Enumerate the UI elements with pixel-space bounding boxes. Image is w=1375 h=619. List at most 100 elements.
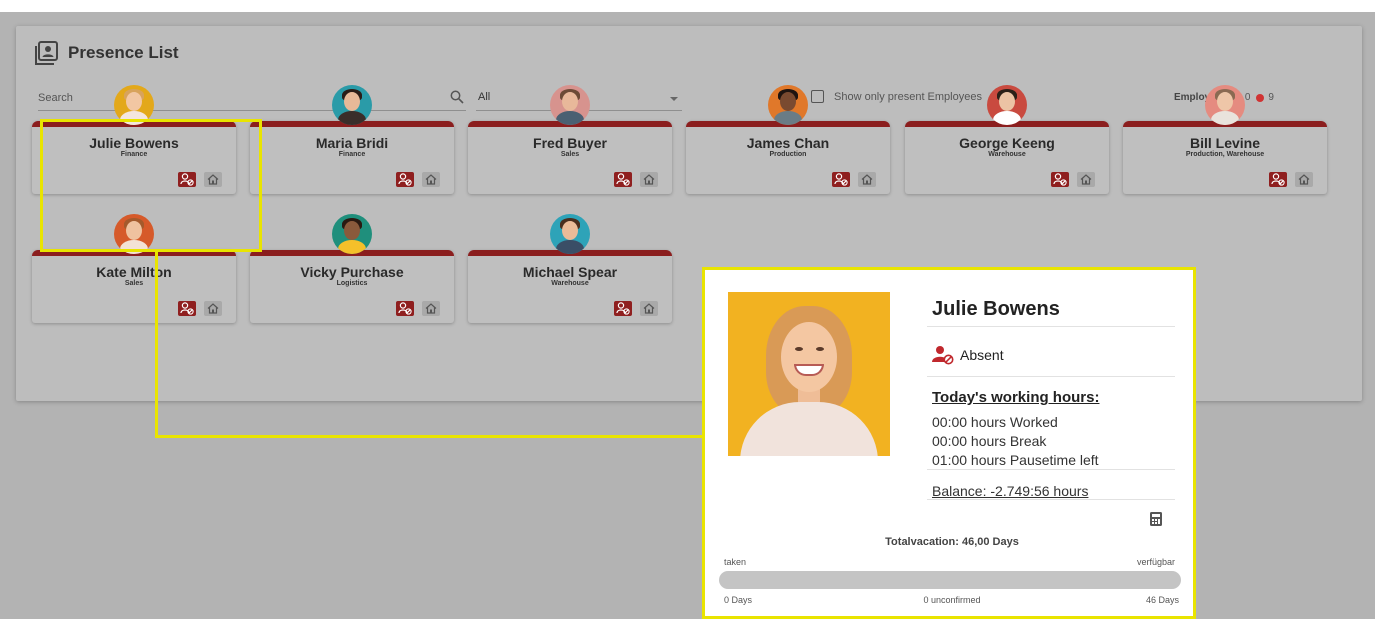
divider: [927, 499, 1175, 500]
absent-status-button[interactable]: [614, 172, 632, 187]
absent-user-icon: [1271, 173, 1285, 186]
employee-department: Production: [769, 151, 807, 158]
absent-user-icon: [398, 173, 412, 186]
status-row: Absent: [932, 345, 1004, 365]
search-field[interactable]: [38, 88, 466, 111]
employee-card[interactable]: Bill Levine Production, Warehouse: [1123, 85, 1327, 194]
home-icon: [861, 174, 873, 185]
employee-name: Fred Buyer: [533, 135, 607, 151]
home-icon: [643, 174, 655, 185]
employee-department: Production, Warehouse: [1185, 151, 1265, 158]
absent-user-icon: [616, 173, 630, 186]
home-icon: [425, 174, 437, 185]
home-office-button[interactable]: [1295, 172, 1313, 187]
avatar: [768, 85, 808, 125]
home-icon: [643, 303, 655, 314]
absent-status-button[interactable]: [396, 172, 414, 187]
page: Presence List All Show only present Empl…: [0, 0, 1375, 619]
connector-line: [155, 435, 705, 438]
home-office-button[interactable]: [204, 301, 222, 316]
search-input[interactable]: [38, 88, 438, 108]
show-present-checkbox[interactable]: [811, 90, 824, 103]
vacation-end-label: 46 Days: [1145, 595, 1179, 605]
home-office-button[interactable]: [422, 301, 440, 316]
absent-status-button[interactable]: [396, 301, 414, 316]
absent-user-icon: [932, 346, 954, 365]
employee-department: Sales: [560, 151, 580, 158]
connector-line: [155, 252, 158, 438]
home-office-button[interactable]: [422, 172, 440, 187]
absent-status-button[interactable]: [832, 172, 850, 187]
employee-detail-popup: Julie Bowens Absent Today's working hour…: [702, 267, 1196, 619]
absent-dot-icon: [1256, 93, 1265, 102]
vacation-progress-bar: [719, 571, 1181, 589]
employee-card-body: Maria Bridi Finance: [250, 121, 454, 194]
home-icon: [207, 303, 219, 314]
employee-department: Finance: [338, 151, 366, 158]
vacation-available-label: verfügbar: [1136, 557, 1175, 567]
employee-card-body: Bill Levine Production, Warehouse: [1123, 121, 1327, 194]
employee-card[interactable]: George Keeng Warehouse: [905, 85, 1109, 194]
avatar: [987, 85, 1027, 125]
employee-name: Maria Bridi: [315, 135, 389, 151]
header: Presence List: [34, 40, 179, 66]
employee-photo: [728, 292, 890, 456]
search-icon[interactable]: [450, 90, 464, 104]
employee-card[interactable]: James Chan Production: [686, 85, 890, 194]
employee-card-body: Kate Milton Sales: [32, 250, 236, 323]
divider: [927, 469, 1175, 470]
department-select-value: All: [478, 91, 491, 103]
employee-name: Julie Bowens: [932, 298, 1060, 320]
absent-status-button[interactable]: [614, 301, 632, 316]
presence-list-icon: [35, 41, 58, 65]
working-hours-title: Today's working hours:: [932, 389, 1100, 406]
avatar: [1205, 85, 1245, 125]
top-strip: [0, 0, 1375, 12]
divider: [927, 376, 1175, 377]
hours-worked: 00:00 hours Worked: [932, 414, 1058, 430]
vacation-taken-label: taken: [724, 557, 747, 567]
employee-card[interactable]: Fred Buyer Sales: [468, 85, 672, 194]
hours-break: 00:00 hours Break: [932, 433, 1047, 449]
avatar: [550, 214, 590, 254]
employee-name: George Keeng: [959, 135, 1055, 151]
divider: [927, 326, 1175, 327]
absent-status-button[interactable]: [1051, 172, 1069, 187]
pausetime-left: 01:00 hours Pausetime left: [932, 452, 1099, 468]
balance-link[interactable]: Balance: -2.749:56 hours: [932, 483, 1088, 499]
employee-department: Logistics: [336, 280, 368, 287]
home-office-button[interactable]: [640, 172, 658, 187]
avatar: [332, 85, 372, 125]
employee-card-body: Vicky Purchase Logistics: [250, 250, 454, 323]
calculator-icon[interactable]: [1150, 512, 1162, 526]
employee-card-body: Fred Buyer Sales: [468, 121, 672, 194]
avatar: [332, 214, 372, 254]
employee-card-body: George Keeng Warehouse: [905, 121, 1109, 194]
employee-name: Kate Milton: [96, 264, 172, 280]
employee-card-body: Michael Spear Warehouse: [468, 250, 672, 323]
show-present-label: Show only present Employees: [834, 90, 982, 103]
absent-status-button[interactable]: [178, 301, 196, 316]
employee-card[interactable]: Maria Bridi Finance: [250, 85, 454, 194]
absent-user-icon: [180, 302, 194, 315]
employee-name: James Chan: [746, 135, 830, 151]
avatar: [550, 85, 590, 125]
show-present-filter[interactable]: Show only present Employees: [811, 90, 982, 103]
employee-name: Bill Levine: [1189, 135, 1261, 151]
employee-department: Warehouse: [988, 151, 1026, 158]
home-icon: [1080, 174, 1092, 185]
home-office-button[interactable]: [858, 172, 876, 187]
employee-card[interactable]: Michael Spear Warehouse: [468, 214, 672, 323]
employee-card[interactable]: Vicky Purchase Logistics: [250, 214, 454, 323]
highlight-frame: [40, 119, 262, 252]
page-title: Presence List: [68, 43, 179, 62]
vacation-unconfirmed-label: 0 unconfirmed: [923, 595, 981, 605]
employee-name: Vicky Purchase: [300, 264, 404, 280]
absent-count: 9: [1268, 92, 1274, 103]
employee-department: Warehouse: [551, 280, 589, 287]
employee-card[interactable]: Kate Milton Sales: [32, 214, 236, 323]
home-office-button[interactable]: [1077, 172, 1095, 187]
absent-status-button[interactable]: [1269, 172, 1287, 187]
absent-user-icon: [1053, 173, 1067, 186]
home-office-button[interactable]: [640, 301, 658, 316]
